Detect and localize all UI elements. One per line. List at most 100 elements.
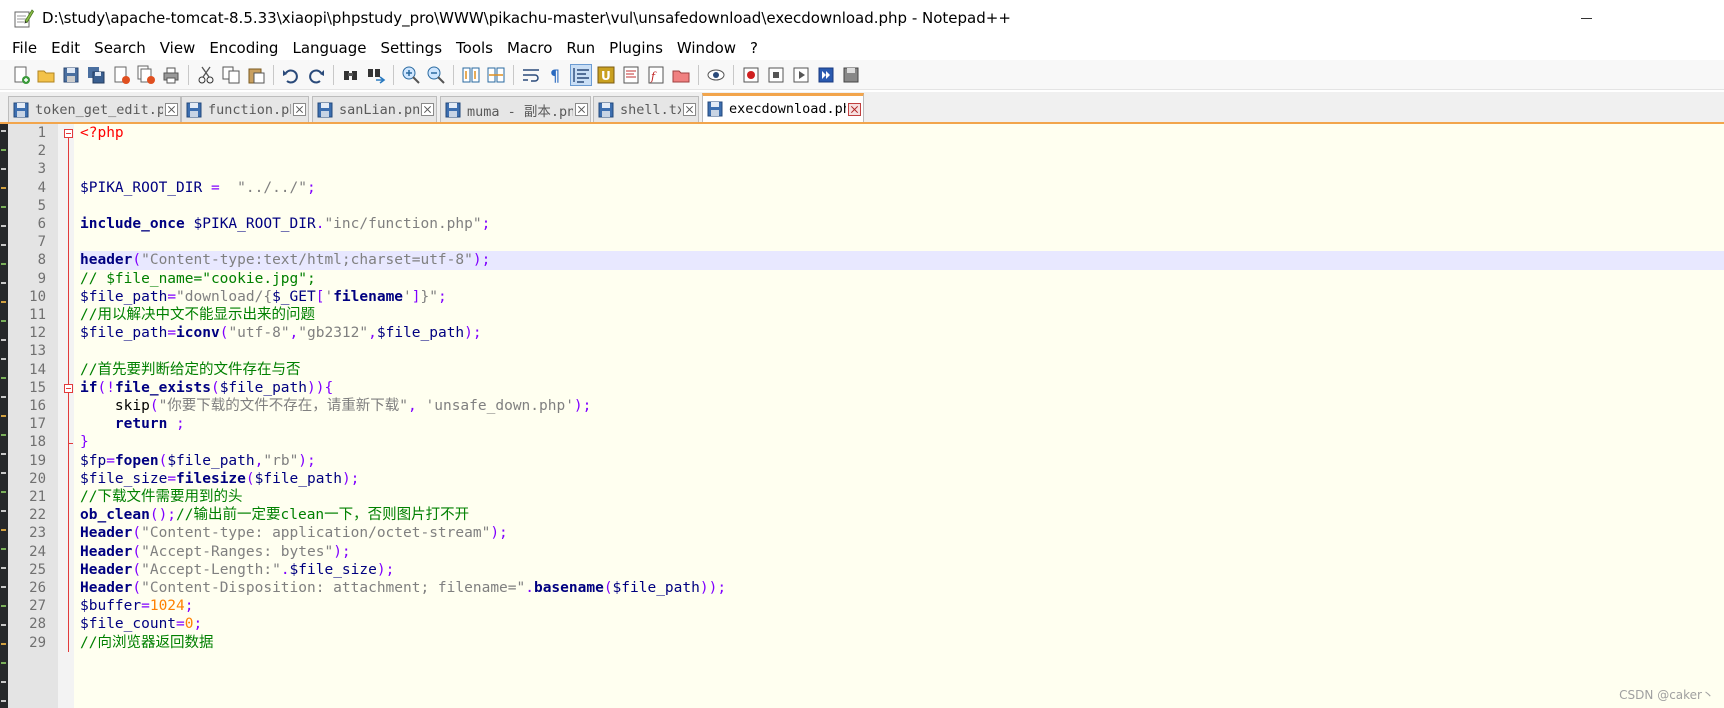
line-number: 17 xyxy=(29,416,46,433)
replace-button[interactable] xyxy=(365,64,387,86)
code-token: = xyxy=(167,288,177,305)
save-macro-button[interactable] xyxy=(840,64,862,86)
sync-horizontal-icon xyxy=(487,67,505,82)
new-file-button[interactable] xyxy=(10,64,32,86)
code-token: ( xyxy=(210,379,220,396)
find-button[interactable] xyxy=(340,64,362,86)
menu-window[interactable]: Window xyxy=(670,39,743,57)
menu-settings[interactable]: Settings xyxy=(374,39,450,57)
save-button[interactable] xyxy=(60,64,82,86)
indent-guide-button[interactable] xyxy=(570,63,592,86)
tab-token-get-edit-php[interactable]: token_get_edit.php xyxy=(8,96,181,122)
fold-line-marker xyxy=(64,196,74,215)
menu-plugins[interactable]: Plugins xyxy=(602,39,670,57)
fold-line-marker xyxy=(64,324,74,343)
close-icon[interactable] xyxy=(848,102,861,116)
undo-button[interactable] xyxy=(280,64,302,86)
fold-toggle-icon[interactable] xyxy=(64,124,74,143)
background-text-fragment xyxy=(1,700,6,702)
tab-sanlian-png[interactable]: sanLian.png xyxy=(312,96,437,122)
open-file-button[interactable] xyxy=(35,64,57,86)
sync-horizontal-button[interactable] xyxy=(485,64,507,86)
play-macro-button[interactable] xyxy=(790,64,812,86)
menu-run[interactable]: Run xyxy=(559,39,602,57)
code-text: header("Content-type:text/html;charset=u… xyxy=(80,251,1724,270)
function-list-button[interactable]: f xyxy=(645,64,667,86)
show-all-characters-button[interactable]: ¶ xyxy=(545,64,567,86)
fold-line-marker xyxy=(64,269,74,288)
code-token: (! xyxy=(97,379,115,396)
close-icon[interactable] xyxy=(575,103,588,116)
fold-line-marker xyxy=(64,615,74,634)
code-token: ( xyxy=(149,398,159,414)
menu-language[interactable]: Language xyxy=(285,39,373,57)
close-icon[interactable] xyxy=(683,103,696,116)
code-token: Header xyxy=(80,525,133,542)
stop-recording-button[interactable] xyxy=(765,64,787,86)
code-token: // $file_name="cookie.jpg"; xyxy=(80,270,316,287)
line-number: 15 xyxy=(29,379,46,396)
monitoring-button[interactable] xyxy=(705,64,727,86)
close-icon[interactable] xyxy=(165,103,178,116)
menu-macro[interactable]: Macro xyxy=(500,39,559,57)
replace-icon xyxy=(368,68,386,84)
code-text: $file_size=filesize($file_path); xyxy=(80,470,1724,488)
line-number: 23 xyxy=(29,525,46,542)
word-wrap-button[interactable] xyxy=(520,64,542,86)
menu-encoding[interactable]: Encoding xyxy=(202,39,285,57)
zoom-out-button[interactable] xyxy=(425,64,447,86)
code-line: 6 include_once $PIKA_ROOT_DIR."inc/functi… xyxy=(0,215,1724,234)
user-defined-language-button[interactable]: U xyxy=(595,64,617,86)
fold-toggle-icon[interactable] xyxy=(64,378,74,397)
zoom-in-button[interactable] xyxy=(400,64,422,86)
print-button[interactable] xyxy=(160,64,182,86)
record-macro-button[interactable] xyxy=(740,64,762,86)
run-macro-multiple-button[interactable] xyxy=(815,64,837,86)
code-text: return ; xyxy=(80,415,1724,433)
code-line: 9 // $file_name="cookie.jpg"; xyxy=(0,269,1724,288)
tab-execdownload-php[interactable]: execdownload.php xyxy=(702,93,864,122)
code-text: //下载文件需要用到的头 xyxy=(80,488,1724,506)
close-icon[interactable] xyxy=(293,103,306,116)
copy-button[interactable] xyxy=(220,64,242,86)
code-token: , xyxy=(408,398,417,414)
tab-muma-png[interactable]: muma - 副本.png xyxy=(440,96,591,122)
file-icon xyxy=(598,102,614,117)
menu-search[interactable]: Search xyxy=(87,39,153,57)
close-icon[interactable] xyxy=(421,103,434,116)
fold-line-marker xyxy=(64,160,74,179)
save-icon xyxy=(63,67,79,82)
code-token: ( xyxy=(132,525,142,542)
close-button[interactable] xyxy=(110,64,132,86)
cut-button[interactable] xyxy=(195,64,217,86)
save-all-button[interactable] xyxy=(85,64,107,86)
fold-line-marker xyxy=(64,233,74,252)
sync-vertical-button[interactable] xyxy=(460,64,482,86)
close-all-button[interactable] xyxy=(135,64,157,86)
close-all-icon xyxy=(137,65,155,84)
document-map-button[interactable] xyxy=(620,64,642,86)
tab-function-php[interactable]: function.php xyxy=(181,96,309,122)
paste-button[interactable] xyxy=(245,64,267,86)
code-token: $_GET xyxy=(272,288,316,305)
code-token: ( xyxy=(132,561,142,578)
menu-help[interactable]: ? xyxy=(743,39,765,57)
line-number: 4 xyxy=(37,179,46,196)
line-number: 24 xyxy=(29,543,46,560)
menu-file[interactable]: File xyxy=(0,39,44,57)
code-token: . xyxy=(525,580,534,596)
zoom-in-icon xyxy=(402,66,420,84)
minimize-button[interactable] xyxy=(1566,10,1606,26)
redo-button[interactable] xyxy=(305,64,327,86)
code-token: , xyxy=(289,325,299,342)
menu-view[interactable]: View xyxy=(153,39,203,57)
menu-tools[interactable]: Tools xyxy=(449,39,500,57)
tab-shell-txt[interactable]: shell.txt xyxy=(593,96,699,122)
code-token: "rb" xyxy=(263,452,299,469)
folder-as-workspace-button[interactable] xyxy=(670,64,692,86)
menu-edit[interactable]: Edit xyxy=(44,39,87,57)
code-token: $file_path xyxy=(80,325,168,342)
code-line: 2 xyxy=(0,142,1724,161)
